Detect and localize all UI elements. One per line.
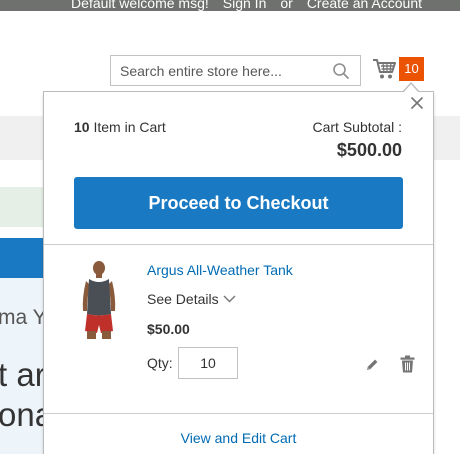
header-panel: Default welcome msg! Sign In or Create a…: [0, 0, 460, 11]
items-label: Item in Cart: [93, 119, 166, 135]
see-details-toggle[interactable]: See Details: [147, 291, 236, 307]
search-icon[interactable]: [332, 62, 350, 80]
product-name-link[interactable]: Argus All-Weather Tank: [147, 262, 293, 278]
cart-counter-badge[interactable]: 10: [399, 57, 424, 81]
hero-text-fragment: ma Y: [0, 306, 47, 329]
qty-input[interactable]: [178, 347, 238, 379]
minicart-dropdown: 10 Item in Cart Cart Subtotal : $500.00 …: [43, 91, 434, 454]
pencil-icon[interactable]: [364, 357, 380, 373]
subtotal-label: Cart Subtotal :: [312, 119, 403, 135]
items-total: 10 Item in Cart: [74, 119, 166, 135]
message-band: [0, 187, 44, 227]
create-account-link[interactable]: Create an Account: [307, 0, 422, 11]
welcome-message: Default welcome msg!: [71, 0, 209, 11]
proceed-to-checkout-button[interactable]: Proceed to Checkout: [74, 177, 403, 229]
divider: [44, 413, 433, 414]
promo-band: [0, 238, 44, 278]
items-count: 10: [74, 119, 90, 135]
view-edit-cart-link[interactable]: View and Edit Cart: [44, 430, 433, 446]
product-price: $50.00: [147, 321, 190, 337]
trash-icon[interactable]: [400, 355, 415, 373]
subtotal-price: $500.00: [336, 140, 402, 160]
cart-icon[interactable]: [372, 57, 397, 81]
search-input[interactable]: [111, 56, 331, 85]
see-details-label: See Details: [147, 291, 219, 307]
product-image[interactable]: [76, 259, 122, 339]
divider: [44, 244, 433, 245]
chevron-down-icon: [223, 295, 236, 303]
sign-in-link[interactable]: Sign In: [223, 0, 267, 11]
close-icon[interactable]: [410, 96, 424, 110]
dropdown-arrow-inner: [403, 84, 419, 93]
or-text: or: [280, 0, 293, 11]
qty-label: Qty:: [147, 355, 173, 371]
search-box: [110, 55, 361, 86]
